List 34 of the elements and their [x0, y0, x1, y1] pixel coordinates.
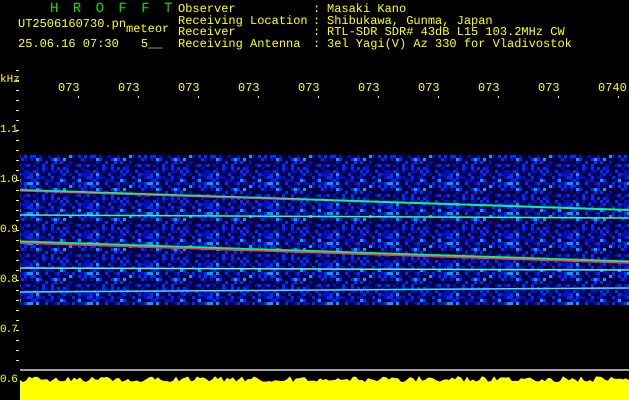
- file-tag: meteor: [126, 23, 170, 36]
- time-label: 073: [238, 80, 260, 97]
- colon: :: [313, 16, 322, 27]
- info-value: RTL-SDR SDR# 43dB L15 103.2MHz CW: [327, 27, 565, 38]
- colon: :: [313, 38, 322, 50]
- frequency-label: 1.0: [0, 174, 17, 186]
- time-label: 073: [58, 80, 80, 97]
- frequency-label: 0.6: [0, 374, 17, 386]
- info-label: Observer: [178, 4, 236, 16]
- time-label: 073: [418, 80, 440, 97]
- time-label: 073: [358, 80, 380, 97]
- time-label: 0740: [598, 80, 627, 97]
- frequency-label: 0.7: [0, 324, 17, 336]
- info-value: Masaki Kano: [327, 4, 406, 16]
- event-count: 5__: [140, 38, 162, 51]
- app-title: H R O F F T: [49, 3, 176, 16]
- info-label: Receiver: [178, 27, 236, 38]
- time-label: 073: [178, 80, 200, 97]
- info-value: 3el Yagi(V) Az 330 for Vladivostok: [327, 38, 572, 50]
- timestamp: 25.06.16 07:30: [18, 38, 119, 51]
- time-label: 073: [478, 80, 500, 97]
- time-label: 073: [538, 80, 560, 97]
- info-label: Receiving Antenna: [178, 38, 302, 50]
- axis-unit: kHz: [0, 73, 20, 88]
- colon: :: [313, 4, 322, 16]
- time-label: 073: [118, 80, 140, 97]
- frequency-label: 0.9: [0, 224, 17, 236]
- file-name: UT2506160730.pn: [18, 18, 126, 31]
- info-value: Shibukawa, Gunma, Japan: [327, 16, 493, 27]
- frequency-label: 0.8: [0, 274, 17, 286]
- info-label: Receiving Location: [178, 16, 309, 27]
- time-label: 073: [298, 80, 320, 97]
- colon: :: [313, 27, 322, 38]
- frequency-label: 1.1: [0, 124, 17, 136]
